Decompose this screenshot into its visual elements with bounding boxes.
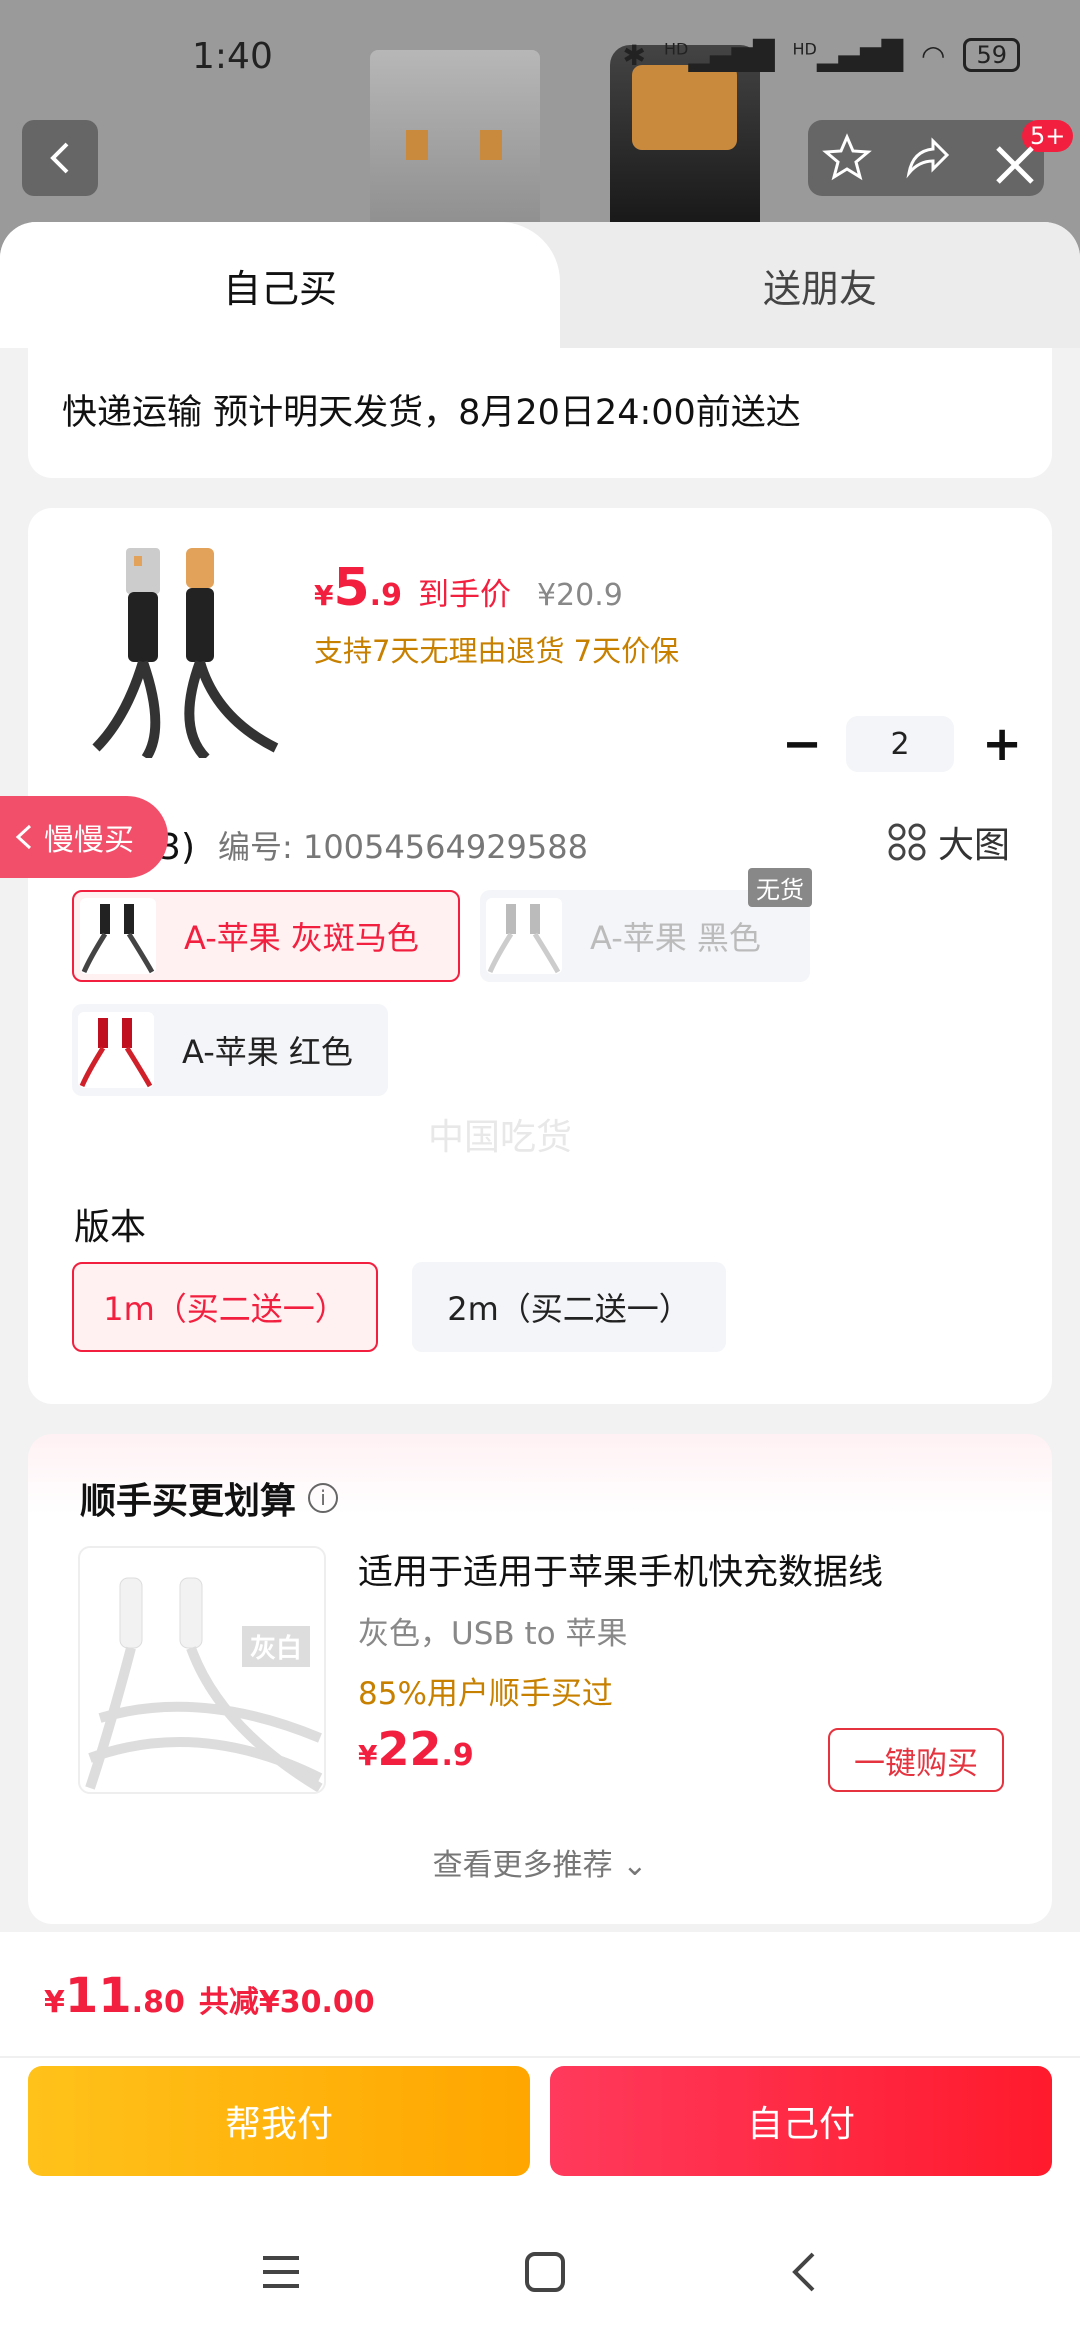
back-nav-icon[interactable] [787, 2250, 821, 2294]
decrease-button[interactable]: − [782, 716, 822, 772]
purchase-sheet: 自己买 送朋友 快递运输 预计明天发货，8月20日24:00前送达 ¥ 5 .9… [0, 222, 1080, 2340]
final-price-label: 到手价 [417, 577, 511, 613]
recommend-name[interactable]: 适用于适用于苹果手机快充数据线 [358, 1544, 883, 1595]
color-option-black[interactable]: A-苹果 黑色 无货 [480, 868, 812, 982]
wifi-icon: ◠ [921, 38, 946, 72]
status-bar: 1:40 ✱ HD▂▄▆█ HD▂▄▆█ ◠ 59 [0, 28, 1080, 88]
help-pay-button[interactable]: 帮我付 [28, 2066, 530, 2176]
recommend-title-text: 顺手买更划算 [80, 1481, 297, 1522]
total-price: ¥ 11 .80 共减¥30.00 [44, 1968, 375, 2024]
price-line: ¥ 5 .9 到手价 ¥20.9 [314, 558, 623, 618]
recommend-color-tag: 灰白 [241, 1626, 310, 1667]
slow-buy-label: 慢慢买 [44, 823, 134, 858]
color-option-label: A-苹果 黑色 [590, 919, 761, 957]
recommend-price-decimal: .9 [441, 1738, 474, 1773]
big-image-button[interactable]: 大图 [888, 816, 1010, 868]
recommend-product-image[interactable]: 灰白 [78, 1546, 326, 1794]
currency-symbol: ¥ [358, 1739, 378, 1772]
star-icon[interactable] [822, 133, 873, 183]
currency-symbol: ¥ [314, 579, 334, 612]
version-option-2m[interactable]: 2m（买二送一） [412, 1262, 726, 1352]
color-thumb [78, 1012, 154, 1088]
bluetooth-icon: ✱ [622, 38, 647, 72]
shipping-card: 快递运输 预计明天发货，8月20日24:00前送达 [28, 348, 1052, 478]
recommend-stat: 85%用户顺手买过 [358, 1676, 613, 1712]
home-icon[interactable] [523, 2250, 567, 2294]
currency-symbol: ¥ [44, 1985, 65, 2020]
recommend-card: 顺手买更划算 i 灰白 适用于适用于苹果手机快充数据线 灰色，USB to 苹果… [28, 1434, 1052, 1924]
chevron-left-icon [50, 142, 69, 174]
version-title: 版本 [74, 1207, 147, 1248]
recommend-spec: 灰色，USB to 苹果 [358, 1616, 628, 1652]
color-option-gray-zebra[interactable]: A-苹果 灰斑马色 [72, 890, 460, 982]
self-pay-button[interactable]: 自己付 [550, 2066, 1052, 2176]
recommend-title: 顺手买更划算 i [80, 1472, 339, 1524]
service-promise: 支持7天无理由退货 7天价保 [314, 634, 680, 668]
product-thumbnail[interactable] [86, 548, 286, 758]
color-option-label: A-苹果 红色 [182, 1033, 353, 1071]
watermark: 中国吃货 [428, 1117, 573, 1158]
see-more-link[interactable]: 查看更多推荐 ⌄ [28, 1840, 1052, 1884]
checkout-bar: ¥ 11 .80 共减¥30.00 帮我付 自己付 [0, 1932, 1080, 2340]
system-nav-bar [0, 2222, 1080, 2322]
sku-number: 编号: 10054564929588 [218, 828, 588, 866]
color-option-label: A-苹果 灰斑马色 [184, 919, 419, 957]
big-image-label: 大图 [937, 825, 1010, 866]
total-saving: 共减¥30.00 [198, 1985, 375, 2020]
chevron-left-icon [15, 824, 32, 850]
slow-buy-tab[interactable]: 慢慢买 [0, 796, 168, 878]
color-option-red[interactable]: A-苹果 红色 [72, 1004, 388, 1096]
signal-icon-2: HD▂▄▆█ [792, 38, 904, 72]
grid-icon [888, 823, 926, 861]
tab-send-friend[interactable]: 送朋友 [560, 222, 1080, 348]
original-price: ¥20.9 [536, 578, 623, 613]
signal-icon: HD▂▄▆█ [664, 38, 775, 72]
total-integer: 11 [64, 1968, 132, 2024]
quantity-value[interactable]: 2 [846, 716, 954, 772]
cable-image [85, 1577, 323, 1792]
color-thumb [486, 898, 562, 974]
clock: 1:40 [192, 36, 273, 77]
increase-button[interactable]: + [982, 716, 1022, 772]
color-thumb [80, 898, 156, 974]
recommend-price: ¥ 22 .9 [358, 1722, 474, 1776]
recommend-price-integer: 22 [377, 1722, 442, 1776]
purchase-tabs: 自己买 送朋友 [0, 222, 1080, 348]
version-option-1m[interactable]: 1m（买二送一） [72, 1262, 378, 1352]
final-price-decimal: .9 [369, 578, 402, 613]
product-card: ¥ 5 .9 到手价 ¥20.9 支持7天无理由退货 7天价保 − 2 + 颜色… [28, 508, 1052, 1404]
divider [0, 2056, 1080, 2058]
final-price-integer: 5 [333, 558, 370, 618]
shipping-info: 快递运输 预计明天发货，8月20日24:00前送达 [62, 393, 801, 433]
quantity-stepper: − 2 + [782, 716, 1022, 772]
menu-icon[interactable] [259, 2252, 303, 2292]
close-icon[interactable] [990, 140, 1040, 190]
tab-buy-self[interactable]: 自己买 [0, 222, 560, 348]
back-button[interactable] [22, 120, 98, 196]
battery-icon: 59 [963, 38, 1020, 72]
color-header: 颜色(3) 编号: 10054564929588 大图 [28, 812, 1052, 868]
one-click-buy-button[interactable]: 一键购买 [828, 1728, 1004, 1792]
share-icon[interactable] [901, 133, 951, 183]
total-decimal: .80 [131, 1985, 185, 2020]
info-icon[interactable]: i [308, 1483, 339, 1513]
out-of-stock-badge: 无货 [748, 868, 812, 907]
